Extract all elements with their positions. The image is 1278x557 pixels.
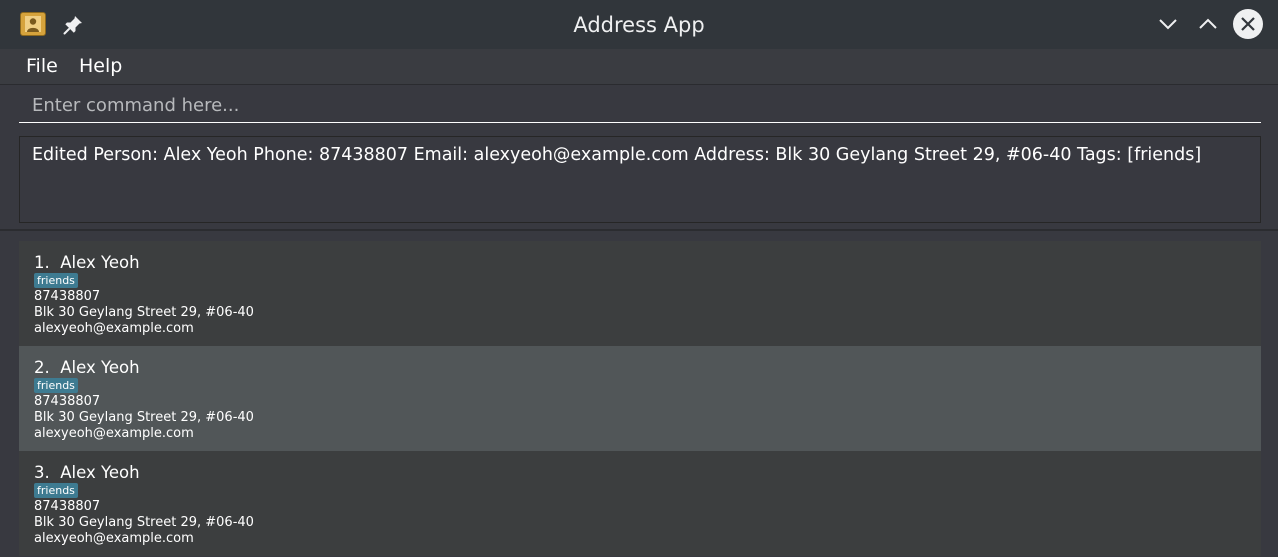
section-divider <box>0 229 1278 231</box>
person-email: alexyeoh@example.com <box>34 531 194 546</box>
menu-help[interactable]: Help <box>79 55 122 77</box>
chevron-up-icon[interactable] <box>1196 12 1220 36</box>
person-email: alexyeoh@example.com <box>34 321 194 336</box>
person-name: 2. Alex Yeoh <box>34 358 140 377</box>
chevron-down-icon[interactable] <box>1156 12 1180 36</box>
result-display[interactable]: Edited Person: Alex Yeoh Phone: 87438807… <box>19 136 1261 223</box>
person-phone: 87438807 <box>34 394 101 409</box>
tag-label: friends <box>34 483 78 498</box>
tag-label: friends <box>34 273 78 288</box>
window-title: Address App <box>573 13 705 37</box>
command-box-area <box>0 85 1278 129</box>
person-phone: 87438807 <box>34 499 101 514</box>
person-card[interactable]: 1. Alex Yeoh friends 87438807 Blk 30 Gey… <box>19 241 1261 346</box>
person-name-text: Alex Yeoh <box>60 253 140 272</box>
tag-label: friends <box>34 378 78 393</box>
command-input[interactable] <box>19 89 1261 123</box>
person-name-text: Alex Yeoh <box>60 463 140 482</box>
person-name: 3. Alex Yeoh <box>34 463 140 482</box>
person-index: 1. <box>34 253 50 272</box>
menu-bar: File Help <box>0 49 1278 85</box>
person-name-text: Alex Yeoh <box>60 358 140 377</box>
person-index: 3. <box>34 463 50 482</box>
person-address: Blk 30 Geylang Street 29, #06-40 <box>34 515 254 530</box>
person-card-selected[interactable]: 2. Alex Yeoh friends 87438807 Blk 30 Gey… <box>19 346 1261 451</box>
person-name: 1. Alex Yeoh <box>34 253 140 272</box>
title-bar: Address App <box>0 0 1278 49</box>
person-address: Blk 30 Geylang Street 29, #06-40 <box>34 410 254 425</box>
person-index: 2. <box>34 358 50 377</box>
person-email: alexyeoh@example.com <box>34 426 194 441</box>
person-card[interactable]: 3. Alex Yeoh friends 87438807 Blk 30 Gey… <box>19 451 1261 556</box>
result-message: Edited Person: Alex Yeoh Phone: 87438807… <box>32 145 1202 165</box>
menu-file[interactable]: File <box>26 55 58 77</box>
person-address: Blk 30 Geylang Street 29, #06-40 <box>34 305 254 320</box>
person-list[interactable]: 1. Alex Yeoh friends 87438807 Blk 30 Gey… <box>19 241 1261 557</box>
close-icon[interactable] <box>1233 9 1263 39</box>
person-phone: 87438807 <box>34 289 101 304</box>
